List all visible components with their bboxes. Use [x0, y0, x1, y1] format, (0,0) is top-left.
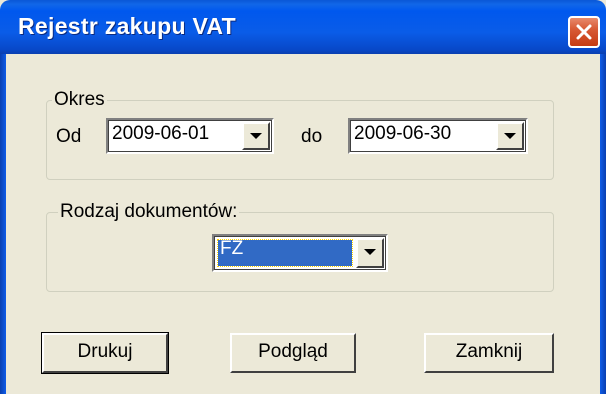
from-label: Od: [56, 126, 82, 147]
from-date-value: 2009-06-01: [112, 123, 210, 144]
print-button[interactable]: Drukuj: [41, 332, 169, 374]
window-frame-right: [600, 54, 606, 394]
preview-button[interactable]: Podgląd: [230, 333, 356, 373]
title-close-button[interactable]: [568, 16, 600, 48]
to-date-combo[interactable]: 2009-06-30: [348, 118, 528, 154]
to-date-dropdown-button[interactable]: [496, 122, 524, 150]
chevron-down-icon: [504, 133, 516, 139]
to-date-value: 2009-06-30: [354, 123, 452, 144]
dialog-window: Rejestr zakupu VAT Okres Od 2009-06-01 d…: [0, 0, 606, 394]
window-title: Rejestr zakupu VAT: [18, 13, 236, 39]
doc-type-selection: FZ: [217, 238, 353, 267]
title-bar[interactable]: Rejestr zakupu VAT: [0, 0, 606, 54]
doc-type-legend: Rodzaj dokumentów:: [58, 201, 240, 223]
from-date-combo[interactable]: 2009-06-01: [106, 118, 274, 154]
window-frame-left: [0, 54, 6, 394]
period-legend: Okres: [52, 89, 107, 111]
doc-type-combo[interactable]: FZ: [212, 234, 388, 272]
doc-type-value: FZ: [220, 238, 244, 259]
from-date-dropdown-button[interactable]: [242, 122, 270, 150]
close-button[interactable]: Zamknij: [424, 333, 554, 373]
close-x-icon: [576, 24, 592, 40]
to-label: do: [301, 126, 323, 147]
chevron-down-icon: [250, 133, 262, 139]
doc-type-dropdown-button[interactable]: [356, 238, 384, 268]
chevron-down-icon: [364, 249, 376, 255]
